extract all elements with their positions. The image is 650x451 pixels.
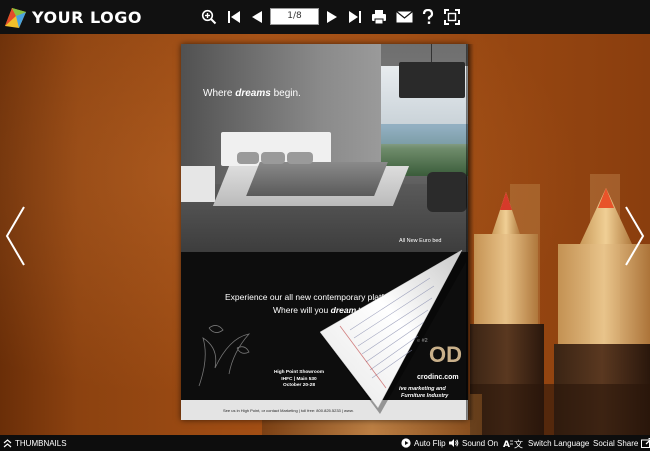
bottom-toolbar: THUMBNAILS Auto Flip Sound On A文 Switch … <box>0 435 650 451</box>
page-tagline: Where dreams begin. <box>203 88 301 99</box>
play-icon <box>401 438 411 448</box>
top-toolbar: YOUR LOGO 1/8 <box>0 0 650 34</box>
thumbnails-label: THUMBNAILS <box>15 438 67 448</box>
auto-flip-label: Auto Flip <box>414 438 446 448</box>
switch-language-button[interactable]: A文 Switch Language <box>503 435 589 451</box>
pendant-lamp <box>399 62 465 98</box>
previous-page-icon[interactable] <box>246 6 268 28</box>
sound-on-label: Sound On <box>462 438 499 448</box>
logo-text: YOUR LOGO <box>32 7 142 27</box>
previous-page-arrow[interactable] <box>4 205 28 267</box>
thumbnails-button[interactable]: THUMBNAILS <box>3 435 67 451</box>
svg-text:A: A <box>503 440 510 449</box>
language-icon: A文 <box>503 438 523 449</box>
speaker-icon <box>449 439 459 447</box>
showroom-info: High Point Showroom IHFC | Main 530 Octo… <box>273 370 325 388</box>
fullscreen-icon[interactable] <box>441 6 463 28</box>
floral-doodle <box>198 325 251 387</box>
logo-mark-icon <box>2 4 28 30</box>
page-curl[interactable] <box>320 248 480 428</box>
sound-on-button[interactable]: Sound On <box>448 435 498 451</box>
svg-text:文: 文 <box>514 438 523 449</box>
double-chevron-up-icon <box>3 438 12 447</box>
switch-language-label: Switch Language <box>528 438 590 448</box>
share-icon <box>641 438 650 448</box>
next-page-arrow[interactable] <box>622 205 646 267</box>
help-icon[interactable] <box>417 6 439 28</box>
last-page-icon[interactable] <box>344 6 366 28</box>
email-icon[interactable] <box>393 6 415 28</box>
print-icon[interactable] <box>368 6 390 28</box>
page-number-input[interactable]: 1/8 <box>270 8 319 25</box>
auto-flip-button[interactable]: Auto Flip <box>401 435 446 451</box>
zoom-in-icon[interactable] <box>198 6 220 28</box>
next-page-icon[interactable] <box>321 6 343 28</box>
bedroom-photo: Where dreams begin. All New Euro bed <box>181 44 468 252</box>
social-share-button[interactable]: Social Share <box>593 435 650 451</box>
social-share-label: Social Share <box>593 438 639 448</box>
first-page-icon[interactable] <box>223 6 245 28</box>
photo-caption: All New Euro bed <box>399 238 442 244</box>
logo: YOUR LOGO <box>0 3 142 31</box>
